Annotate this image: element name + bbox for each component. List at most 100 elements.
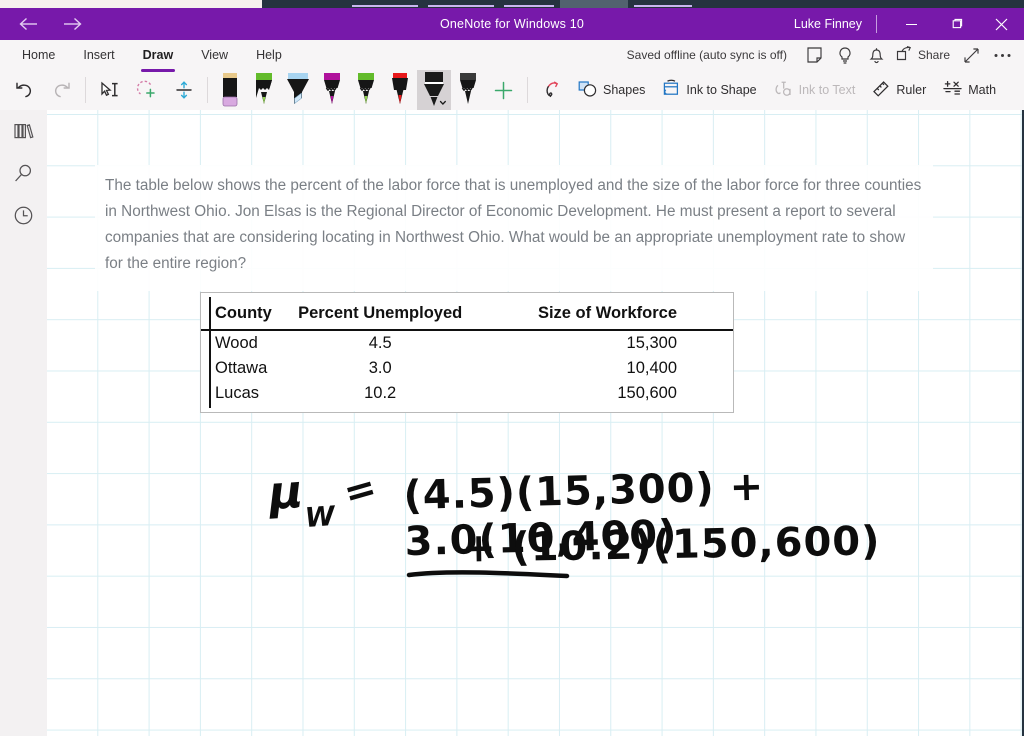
highlighter-blue[interactable] — [281, 70, 315, 110]
lightbulb-icon[interactable] — [830, 40, 861, 70]
background-tab-indicator — [352, 5, 418, 7]
pen-lime[interactable] — [349, 70, 383, 110]
table-cell-county: Ottawa — [215, 359, 268, 377]
tab-view[interactable]: View — [187, 40, 242, 70]
ink-to-shape-label: Ink to Shape — [686, 83, 757, 97]
ruler-icon — [871, 79, 891, 101]
note-paragraph-block[interactable]: The table below shows the percent of the… — [95, 165, 933, 291]
forward-button[interactable] — [50, 9, 94, 39]
ink-replay-icon[interactable] — [533, 71, 570, 109]
notebooks-icon[interactable] — [0, 110, 47, 152]
pen-green[interactable] — [247, 70, 281, 110]
ellipsis-icon[interactable] — [987, 40, 1018, 70]
background-tab-indicator — [428, 5, 494, 7]
search-icon[interactable] — [0, 152, 47, 194]
pen-red[interactable] — [383, 70, 417, 110]
note-canvas[interactable]: The table below shows the percent of the… — [47, 110, 1022, 736]
expand-diagonal-icon[interactable] — [956, 40, 987, 70]
ink-subscript-w: W — [303, 500, 336, 535]
ink-to-shape-button[interactable]: Ink to Shape — [653, 71, 764, 109]
title-bar-right: Luke Finney — [794, 8, 1024, 40]
ribbon: Home Insert Draw View Help Saved offline… — [0, 40, 1024, 111]
toolbar-divider — [527, 77, 528, 103]
user-account-name[interactable]: Luke Finney — [794, 17, 862, 31]
table-cell-percent: 3.0 — [368, 359, 392, 377]
title-bar: OneNote for Windows 10 Luke Finney — [0, 8, 1024, 40]
math-icon — [942, 79, 963, 101]
tab-draw[interactable]: Draw — [129, 40, 188, 72]
ink-to-text-button[interactable]: Ink to Text — [765, 71, 864, 109]
insert-space-icon[interactable] — [165, 71, 202, 109]
redo-icon[interactable] — [43, 71, 80, 109]
plus-icon[interactable] — [485, 71, 522, 109]
table-cell-workforce: 15,300 — [626, 334, 677, 352]
tab-help-label: Help — [256, 48, 282, 62]
background-tab-indicator — [634, 5, 692, 7]
ink-to-shape-icon — [661, 79, 681, 101]
background-tab-indicator — [504, 5, 554, 7]
background-taskbar-strip — [0, 0, 1024, 8]
pen-tray — [213, 70, 522, 110]
pen-magenta[interactable] — [315, 70, 349, 110]
maximize-button[interactable] — [934, 8, 979, 40]
table-cell-county: Wood — [215, 334, 258, 352]
ink-to-text-icon — [773, 79, 794, 101]
minimize-button[interactable] — [889, 8, 934, 40]
sticky-note-icon[interactable] — [799, 40, 830, 70]
shapes-label: Shapes — [603, 83, 646, 97]
bell-icon[interactable] — [861, 40, 892, 70]
ink-equals-sign: = — [338, 464, 382, 516]
table-header-row: County Percent Unemployed Size of Workfo… — [201, 299, 733, 331]
selection-tools — [91, 70, 202, 110]
history-tools — [6, 70, 80, 110]
data-table: County Percent Unemployed Size of Workfo… — [201, 299, 733, 406]
table-row: Wood 4.5 15,300 — [201, 330, 733, 356]
background-active-tab — [560, 0, 628, 8]
table-cell-workforce: 10,400 — [626, 359, 677, 377]
share-button[interactable]: Share — [892, 46, 956, 64]
inserted-table-image[interactable]: County Percent Unemployed Size of Workfo… — [200, 292, 734, 413]
draw-toolbar: Shapes Ink to Shape Ink to Text Ruler Ma… — [0, 70, 1024, 110]
ink-mu-symbol: μ — [267, 463, 305, 521]
navigation-arrows — [6, 8, 94, 40]
ribbon-tabs: Home Insert Draw View Help — [8, 40, 296, 72]
ruler-label: Ruler — [896, 83, 927, 97]
text-select-icon[interactable] — [91, 71, 128, 109]
table-header-percent-unemployed: Percent Unemployed — [282, 299, 508, 331]
ruler-button[interactable]: Ruler — [863, 71, 934, 109]
back-button[interactable] — [6, 9, 50, 39]
table-header-county: County — [201, 299, 283, 331]
math-button[interactable]: Math — [934, 71, 1004, 109]
table-cell-workforce: 150,600 — [617, 384, 677, 402]
tab-home-label: Home — [22, 48, 56, 62]
tab-insert[interactable]: Insert — [69, 40, 128, 70]
share-label: Share — [917, 48, 950, 62]
table-cell-percent: 10.2 — [364, 384, 397, 402]
tab-home[interactable]: Home — [8, 40, 69, 70]
lasso-select-icon[interactable] — [128, 71, 165, 109]
close-button[interactable] — [979, 8, 1024, 40]
left-rail — [0, 110, 48, 736]
ink-expression-line-1: (4.5)(15,300) + 3.0(10,400) — [402, 463, 765, 566]
undo-icon[interactable] — [6, 71, 43, 109]
onenote-window: OneNote for Windows 10 Luke Finney Home … — [0, 0, 1024, 736]
pen-black-selected[interactable] — [417, 70, 451, 110]
table-row: Lucas 10.2 150,600 — [201, 381, 733, 406]
ink-expression-line-2: + (10.2)(150,600) — [461, 518, 881, 572]
ribbon-tab-bar: Home Insert Draw View Help Saved offline… — [0, 40, 1024, 72]
tab-view-label: View — [201, 48, 229, 62]
note-paragraph-text: The table below shows the percent of the… — [105, 177, 922, 272]
share-icon — [896, 46, 913, 64]
ink-actions: Shapes Ink to Shape Ink to Text Ruler Ma… — [533, 70, 1004, 110]
ribbon-status-area: Saved offline (auto sync is off) Share — [627, 40, 1018, 70]
pen-eraser[interactable] — [213, 70, 247, 110]
table-row: Ottawa 3.0 10,400 — [201, 356, 733, 381]
table-cell-county: Lucas — [215, 384, 260, 402]
title-separator — [876, 15, 877, 33]
tab-help[interactable]: Help — [242, 40, 296, 70]
clock-icon[interactable] — [0, 194, 47, 236]
pen-black[interactable] — [451, 70, 485, 110]
ink-to-text-label: Ink to Text — [798, 83, 856, 97]
shapes-button[interactable]: Shapes — [570, 71, 653, 109]
toolbar-divider — [85, 77, 86, 103]
